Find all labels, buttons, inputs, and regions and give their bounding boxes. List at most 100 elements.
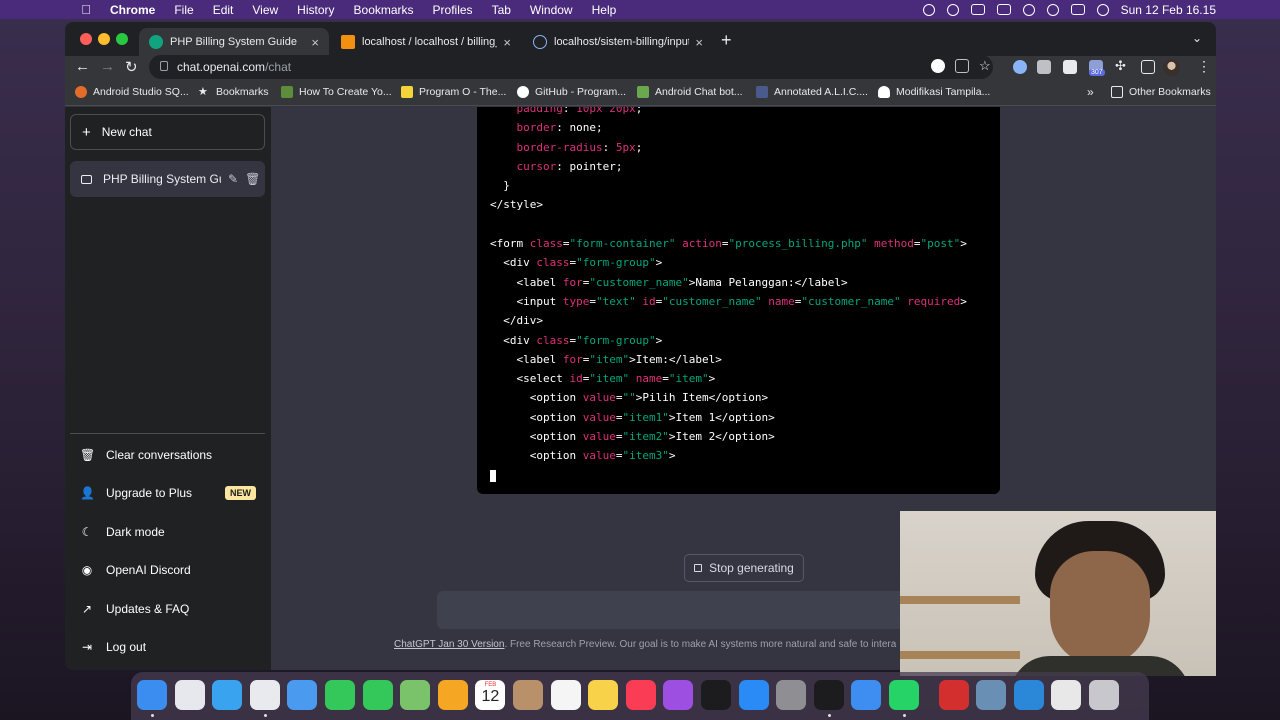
dock-reminders-icon[interactable] [550, 680, 581, 710]
edit-icon[interactable]: ✎ [228, 172, 238, 186]
wifi-icon[interactable] [1022, 3, 1035, 16]
extension-icon[interactable] [1013, 60, 1027, 74]
profile-avatar[interactable] [1163, 59, 1180, 76]
tab-close-icon[interactable]: × [503, 35, 511, 50]
dock-vpn-icon[interactable] [976, 680, 1007, 710]
upgrade-to-plus-button[interactable]: 👤 Upgrade to Plus NEW [70, 476, 265, 510]
dock-maps-icon[interactable] [400, 680, 431, 710]
reload-button[interactable]: ↻ [125, 58, 138, 76]
bookmark-item[interactable]: Program O - The... [401, 86, 506, 98]
trash-icon[interactable]: 🗑 [245, 172, 260, 186]
dock-trash-icon[interactable] [1089, 680, 1119, 710]
menu-window[interactable]: Window [530, 3, 573, 17]
apple-menu-icon[interactable]:  [76, 2, 96, 17]
more-bookmarks-button[interactable]: » [1087, 85, 1094, 99]
back-button[interactable]: ← [75, 58, 90, 75]
close-window-button[interactable] [80, 33, 92, 45]
openai-discord-link[interactable]: ◉ OpenAI Discord [70, 553, 265, 587]
github-icon [517, 86, 529, 98]
menu-bookmarks[interactable]: Bookmarks [354, 3, 414, 17]
dock-chrome-icon[interactable] [249, 680, 280, 710]
dock-contacts-icon[interactable] [513, 680, 543, 710]
version-link[interactable]: ChatGPT Jan 30 Version [394, 639, 504, 650]
menu-profiles[interactable]: Profiles [433, 3, 473, 17]
spotlight-icon[interactable] [1046, 3, 1059, 16]
record-icon[interactable] [922, 3, 935, 16]
lock-icon[interactable] [160, 61, 168, 71]
code-line: border-radius: 5px; [516, 140, 643, 154]
conversation-item[interactable]: PHP Billing System Gui ✎ 🗑 [70, 161, 265, 197]
menu-history[interactable]: History [297, 3, 334, 17]
bookmark-item[interactable]: Android Studio SQ... [75, 86, 189, 98]
dock-app-store-icon[interactable] [738, 680, 769, 710]
url-text[interactable]: chat.openai.com/chat [177, 60, 291, 74]
bookmark-item[interactable]: Modifikasi Tampila... [878, 86, 990, 98]
bookmark-folder[interactable]: ★ Bookmarks [198, 86, 269, 98]
tab-search-icon[interactable]: ⌄ [1192, 31, 1202, 45]
extension-icon[interactable] [1063, 60, 1077, 74]
tab-close-icon[interactable]: × [695, 35, 703, 50]
siri-icon[interactable] [1096, 3, 1109, 16]
menu-view[interactable]: View [252, 3, 278, 17]
tab-close-icon[interactable]: × [311, 35, 319, 50]
code-line: <select id="item" name="item"> [490, 372, 716, 386]
discord-icon: ◉ [81, 563, 93, 577]
bookmark-star-icon[interactable]: ☆ [979, 58, 993, 73]
forward-button[interactable]: → [100, 58, 115, 75]
puzzle-extensions-icon[interactable]: ✣ [1115, 58, 1129, 73]
menu-tab[interactable]: Tab [492, 3, 511, 17]
dock-messages-icon[interactable] [362, 680, 393, 710]
minimize-window-button[interactable] [98, 33, 110, 45]
menu-chrome[interactable]: Chrome [110, 3, 155, 17]
menu-clock[interactable]: Sun 12 Feb 16.15 [1121, 3, 1216, 17]
clear-conversations-button[interactable]: 🗑 Clear conversations [70, 438, 265, 472]
google-icon[interactable] [931, 59, 945, 73]
tab-sistem-billing[interactable]: localhost/sistem-billing/input.p × [523, 28, 713, 56]
dock-system-preferences-icon[interactable] [776, 680, 807, 710]
dock-vscode-icon[interactable] [1013, 680, 1044, 710]
dark-mode-button[interactable]: ☾ Dark mode [70, 515, 265, 549]
dock-podcasts-icon[interactable] [663, 680, 694, 710]
dock-tv-icon[interactable] [701, 680, 731, 710]
side-panel-icon[interactable] [1141, 60, 1155, 74]
log-out-button[interactable]: ⇥ Log out [70, 630, 265, 664]
dock-terminal-icon[interactable] [813, 680, 844, 710]
extension-icon[interactable] [1037, 60, 1051, 74]
bookmark-item[interactable]: GitHub - Program... [517, 86, 626, 98]
dock-filezilla-icon[interactable] [938, 680, 969, 710]
dock-music-icon[interactable] [625, 680, 656, 710]
running-indicator [903, 714, 906, 717]
menu-file[interactable]: File [174, 3, 193, 17]
bookmark-item[interactable]: How To Create Yo... [281, 86, 392, 98]
bookmark-item[interactable]: Android Chat bot... [637, 86, 743, 98]
dock-preview-icon[interactable] [1051, 680, 1082, 710]
dock-facetime-icon[interactable] [325, 680, 355, 710]
tab-php-billing-guide[interactable]: PHP Billing System Guide × [139, 28, 329, 56]
dock-finder-icon[interactable] [137, 680, 167, 710]
updates-faq-link[interactable]: ↗ Updates & FAQ [70, 592, 265, 626]
zoom-window-button[interactable] [116, 33, 128, 45]
other-bookmarks-folder[interactable]: Other Bookmarks [1111, 86, 1211, 98]
control-center-icon[interactable] [1070, 4, 1085, 15]
dock-calendar-icon[interactable]: FEB 12 [475, 680, 506, 710]
menu-help[interactable]: Help [592, 3, 617, 17]
tab-phpmyadmin[interactable]: localhost / localhost / billing_sy × [331, 28, 521, 56]
menu-edit[interactable]: Edit [213, 3, 234, 17]
dock-notes-icon[interactable] [588, 680, 619, 710]
dock-photos-icon[interactable] [437, 680, 468, 710]
dock-whatsapp-icon[interactable] [889, 680, 919, 710]
vpn-icon[interactable] [946, 3, 959, 16]
dock-mail-icon[interactable] [287, 680, 318, 710]
address-bar[interactable]: chat.openai.com/chat ☆ [149, 55, 993, 79]
chrome-menu-icon[interactable]: ⋮ [1197, 58, 1211, 75]
dock-xcode-simulator-icon[interactable] [851, 680, 882, 710]
new-chat-button[interactable]: + New chat [70, 114, 265, 150]
dock-safari-icon[interactable] [212, 680, 243, 710]
keyboard-icon[interactable] [970, 4, 985, 15]
bookmark-item[interactable]: Annotated A.L.I.C.... [756, 86, 868, 98]
battery-icon[interactable] [996, 4, 1011, 15]
share-icon[interactable] [955, 59, 969, 73]
dock-launchpad-icon[interactable] [174, 680, 205, 710]
new-tab-button[interactable]: + [721, 30, 732, 51]
stop-generating-button[interactable]: Stop generating [684, 554, 804, 582]
